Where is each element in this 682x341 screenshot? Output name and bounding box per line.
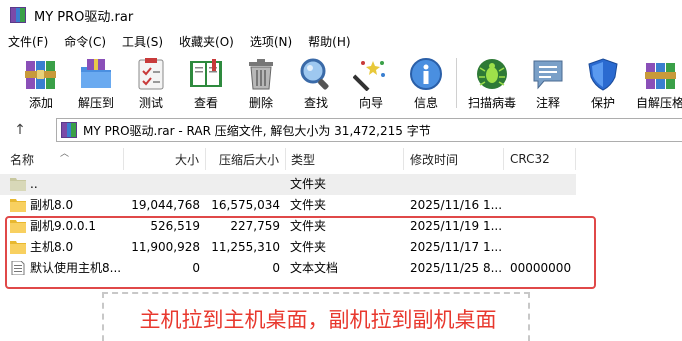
file-type: 文件夹 [290,177,327,191]
view-button[interactable]: 查看 [178,52,234,114]
comment-icon [528,55,568,93]
file-packed-size: 16,575,034 [211,198,280,212]
add-button[interactable]: 添加 [13,52,69,114]
magnifier-icon [296,55,336,93]
test-button[interactable]: 测试 [123,52,179,114]
column-header-name[interactable]: ︿ 名称 [0,148,124,170]
toolbar-separator [456,58,457,108]
menu-file[interactable]: 文件(F) [8,33,48,50]
virus-scan-label: 扫描病毒 [467,96,516,110]
column-header-modified-label: 修改时间 [410,152,459,167]
file-type: 文件夹 [290,198,327,212]
path-text: MY PRO驱动.rar - RAR 压缩文件, 解包大小为 31,472,21… [83,123,431,138]
column-header-name-label: 名称 [10,152,35,167]
folder-icon [10,199,26,212]
menu-help[interactable]: 帮助(H) [308,33,350,50]
annotation-panel: 主机拉到主机桌面，副机拉到副机桌面 [102,292,530,341]
file-name: 副机8.0 [30,198,74,212]
column-header-packed[interactable]: 压缩后大小 [206,148,286,170]
add-label: 添加 [28,96,53,110]
wizard-button[interactable]: 向导 [343,52,399,114]
title-bar: MY PRO驱动.rar [0,0,682,30]
file-name: .. [30,177,38,191]
highlight-box [5,216,596,289]
delete-label: 删除 [248,96,273,110]
column-header-modified[interactable]: 修改时间 [404,148,504,170]
comment-label: 注释 [535,96,560,110]
protect-button[interactable]: 保护 [575,52,631,114]
add-archive-icon [21,55,61,93]
menu-bar: 文件(F) 命令(C) 工具(S) 收藏夹(O) 选项(N) 帮助(H) [0,30,682,52]
delete-button[interactable]: 删除 [233,52,289,114]
menu-options[interactable]: 选项(N) [250,33,292,50]
virus-scan-button[interactable]: 扫描病毒 [462,52,522,114]
column-header-crc[interactable]: CRC32 [504,148,576,170]
protect-label: 保护 [590,96,615,110]
find-button[interactable]: 查找 [288,52,344,114]
extract-to-icon [76,55,116,93]
column-header-size[interactable]: 大小 [124,148,206,170]
column-header-type[interactable]: 类型 [286,148,404,170]
file-row-parent[interactable]: .. 文件夹 [0,174,576,195]
info-label: 信息 [413,96,438,110]
column-header-crc-label: CRC32 [510,152,550,166]
virus-scan-icon [472,55,512,93]
rar-archive-icon [61,122,77,138]
column-header-type-label: 类型 [291,152,316,167]
info-button[interactable]: 信息 [398,52,454,114]
extract-to-label: 解压到 [77,96,114,110]
shield-icon [583,55,623,93]
view-icon [186,55,226,93]
info-icon [406,55,446,93]
path-field[interactable]: MY PRO驱动.rar - RAR 压缩文件, 解包大小为 31,472,21… [56,118,682,142]
wizard-label: 向导 [358,96,383,110]
sfx-button[interactable]: 自解压格 [632,52,682,114]
trash-icon [241,55,281,93]
address-bar: ↑ MY PRO驱动.rar - RAR 压缩文件, 解包大小为 31,472,… [0,116,682,144]
menu-commands[interactable]: 命令(C) [64,33,106,50]
sfx-label: 自解压格 [635,96,682,110]
file-size: 19,044,768 [131,198,200,212]
file-modified: 2025/11/16 1... [410,198,503,212]
magic-wand-icon [351,55,391,93]
parent-folder-icon [10,178,26,191]
menu-tools[interactable]: 工具(S) [122,33,163,50]
find-label: 查找 [303,96,328,110]
annotation-text: 主机拉到主机桌面，副机拉到副机桌面 [139,308,497,332]
column-header-packed-label: 压缩后大小 [218,152,279,167]
window-title: MY PRO驱动.rar [34,9,134,25]
up-arrow-icon[interactable]: ↑ [0,116,40,144]
test-label: 测试 [138,96,163,110]
sort-ascending-icon: ︿ [60,149,70,159]
file-row[interactable]: 副机8.0 19,044,768 16,575,034 文件夹 2025/11/… [0,195,576,216]
sfx-icon [640,55,680,93]
extract-to-button[interactable]: 解压到 [68,52,124,114]
comment-button[interactable]: 注释 [520,52,576,114]
test-icon [131,55,171,93]
menu-favorites[interactable]: 收藏夹(O) [179,33,234,50]
view-label: 查看 [193,96,218,110]
winrar-app-icon [10,7,26,23]
column-header-size-label: 大小 [174,152,199,167]
toolbar: 添加 解压到 测试 查看 删除 查找 向导 信息 扫描病毒 注释 保护 自解压格 [0,52,682,114]
